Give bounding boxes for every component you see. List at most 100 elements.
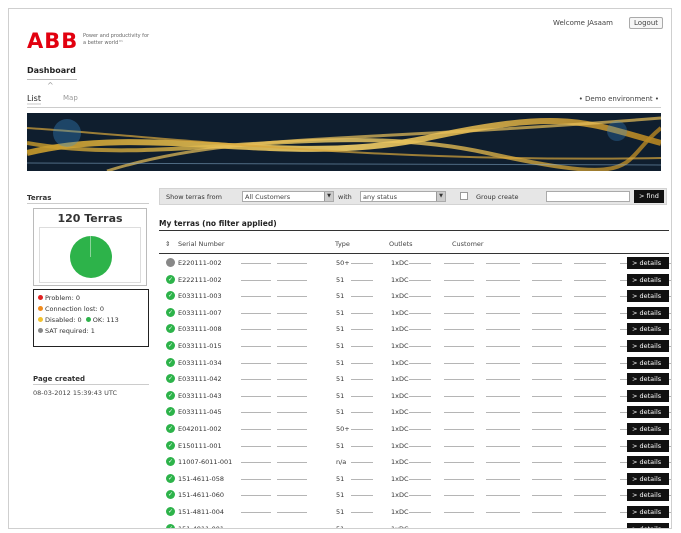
table-row[interactable]: ✓ 151-4911-001 51 1xDC > details	[159, 521, 669, 530]
outlets-cell: 1xDC	[391, 358, 409, 367]
sort-icon[interactable]: ⇕	[165, 240, 170, 248]
details-button[interactable]: > details	[627, 257, 669, 269]
outlets-cell: 1xDC	[391, 474, 409, 483]
table-row[interactable]: ✓ E222111-002 51 1xDC > details	[159, 272, 671, 289]
blank-placeholder	[444, 428, 671, 430]
details-button[interactable]: > details	[627, 505, 669, 518]
status-ok-icon: ✓	[166, 274, 175, 284]
blank-placeholder	[444, 445, 671, 447]
column-serial-number[interactable]: Serial Number	[178, 240, 225, 248]
blank-line	[351, 279, 373, 281]
table-row[interactable]: ✓ E033111-042 51 1xDC > details	[159, 371, 671, 388]
grey-dot-icon	[38, 328, 43, 333]
table-row[interactable]: ✓ E150111-001 51 1xDC > details	[159, 438, 671, 455]
table-row[interactable]: ✓ 151-4811-004 51 1xDC > details	[159, 504, 671, 521]
blank-line	[277, 279, 307, 281]
outlets-cell: 1xDC	[391, 391, 409, 400]
search-input[interactable]	[546, 191, 630, 202]
abb-logo[interactable]: ABB	[27, 29, 78, 53]
details-button[interactable]: > details	[627, 439, 669, 452]
table-row[interactable]: ✓ 151-4611-060 51 1xDC > details	[159, 487, 671, 504]
divider	[159, 230, 669, 231]
tab-dashboard[interactable]: Dashboard	[27, 66, 76, 75]
blank-placeholder	[444, 296, 671, 298]
blank-line	[277, 329, 307, 331]
environment-link[interactable]: • Demo environment •	[579, 95, 659, 103]
details-button[interactable]: > details	[627, 273, 669, 286]
details-button[interactable]: > details	[627, 422, 669, 435]
details-button[interactable]: > details	[627, 489, 669, 502]
details-button[interactable]: > details	[627, 373, 669, 386]
status-pie-chart[interactable]	[39, 227, 141, 283]
chevron-down-icon[interactable]: ▼	[324, 192, 333, 201]
blank-placeholder	[444, 379, 671, 381]
table-row[interactable]: E220111-002 50+ 1xDC > details	[159, 255, 671, 272]
table-row[interactable]: ✓ 11007-6011-001 n/a 1xDC > details	[159, 454, 671, 471]
column-customer[interactable]: Customer	[452, 240, 484, 248]
blank-line	[574, 279, 606, 281]
serial-number-cell: E033111-043	[178, 391, 222, 400]
table-row[interactable]: ✓ E033111-043 51 1xDC > details	[159, 388, 671, 405]
blank-line	[532, 379, 562, 381]
type-cell: 51	[336, 408, 345, 417]
status-select[interactable]: any status ▼	[360, 191, 446, 202]
outlets-cell: 1xDC	[391, 441, 409, 450]
table-row[interactable]: ✓ E042011-002 50+ 1xDC > details	[159, 421, 671, 438]
serial-number-cell: E033111-042	[178, 375, 222, 384]
table-row[interactable]: ✓ E033111-003 51 1xDC > details	[159, 288, 671, 305]
blank-line	[241, 511, 271, 513]
chevron-down-icon[interactable]: ▼	[436, 192, 445, 201]
blank-line	[409, 362, 431, 364]
type-cell: 51	[336, 524, 345, 529]
outlets-cell: 1xDC	[391, 292, 409, 301]
details-button[interactable]: > details	[627, 306, 669, 319]
subtab-map[interactable]: Map	[63, 94, 78, 102]
blank-placeholder	[444, 462, 671, 464]
blank-line	[277, 345, 307, 347]
table-row[interactable]: ✓ E033111-034 51 1xDC > details	[159, 355, 671, 372]
blank-placeholder	[444, 362, 671, 364]
details-button[interactable]: > details	[627, 406, 669, 419]
table-row[interactable]: ✓ E033111-008 51 1xDC > details	[159, 321, 671, 338]
table-row[interactable]: ✓ E033111-045 51 1xDC > details	[159, 404, 671, 421]
status-ok-icon: ✓	[166, 374, 175, 384]
group-create-checkbox[interactable]	[460, 192, 468, 200]
status-ok-icon: ✓	[166, 423, 175, 433]
details-button[interactable]: > details	[627, 472, 669, 485]
blank-line	[351, 312, 373, 314]
blank-line	[409, 412, 431, 414]
blank-line	[444, 296, 474, 298]
find-button[interactable]: > find	[634, 190, 664, 203]
table-title: My terras (no filter applied)	[159, 219, 277, 228]
outlets-cell: 1xDC	[391, 524, 409, 529]
blank-line	[444, 312, 474, 314]
logout-button[interactable]: Logout	[629, 17, 663, 29]
details-button[interactable]: > details	[627, 389, 669, 402]
blank-line	[241, 428, 271, 430]
pie-slice-ok[interactable]	[70, 236, 112, 278]
blank-line	[532, 395, 562, 397]
column-outlets[interactable]: Outlets	[389, 240, 413, 248]
table-row[interactable]: ✓ E033111-015 51 1xDC > details	[159, 338, 671, 355]
customer-select[interactable]: All Customers ▼	[242, 191, 334, 202]
details-button[interactable]: > details	[627, 323, 669, 336]
yellow-dot-icon	[38, 317, 43, 322]
blank-line	[277, 462, 307, 464]
blank-line	[574, 345, 606, 347]
sidebar-title: Terras	[27, 194, 52, 202]
table-row[interactable]: ✓ E033111-007 51 1xDC > details	[159, 305, 671, 322]
blank-line	[351, 362, 373, 364]
blank-line	[241, 445, 271, 447]
subtab-list[interactable]: List	[27, 94, 41, 105]
details-button[interactable]: > details	[627, 290, 669, 303]
details-button[interactable]: > details	[627, 339, 669, 352]
type-cell: n/a	[336, 458, 347, 467]
column-type[interactable]: Type	[335, 240, 350, 248]
details-button[interactable]: > details	[627, 522, 669, 528]
details-button[interactable]: > details	[627, 456, 669, 469]
details-button[interactable]: > details	[627, 356, 669, 369]
blank-line	[241, 345, 271, 347]
table-row[interactable]: ✓ 151-4611-058 51 1xDC > details	[159, 471, 671, 488]
